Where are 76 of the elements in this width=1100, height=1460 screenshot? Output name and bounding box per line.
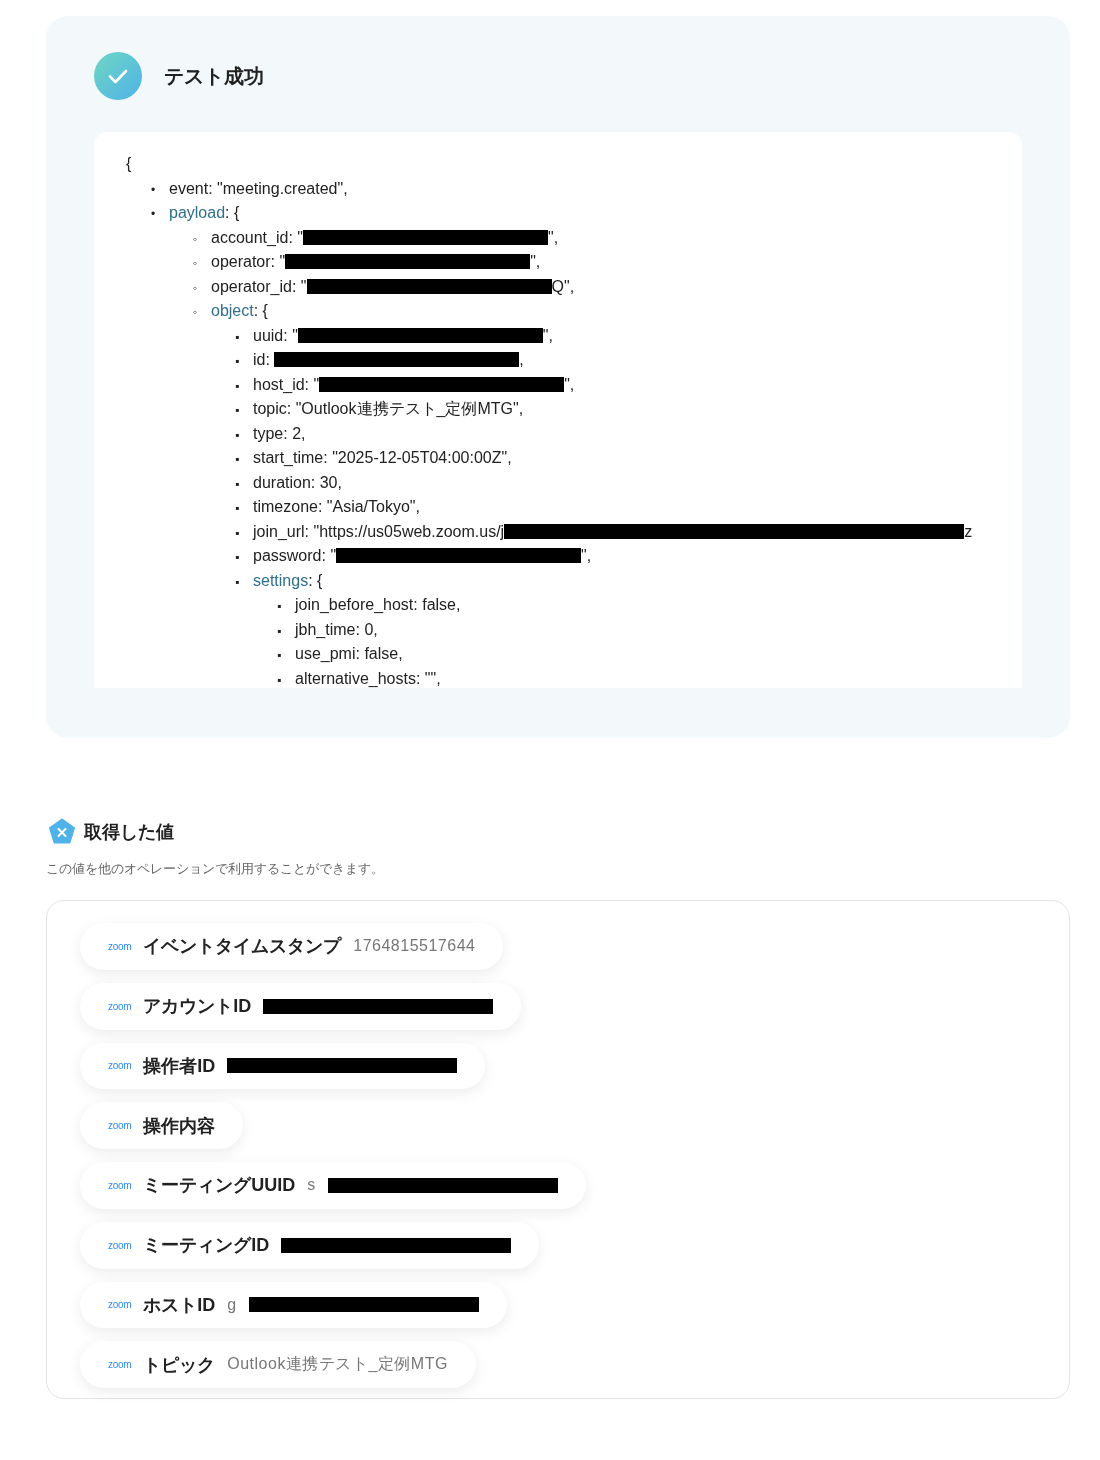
bullet: ▪ [235,328,241,346]
code-line: account_id: " ", [211,227,559,248]
code-line: start_time: "2025-12-05T04:00:00Z", [253,448,512,468]
bullet: ◦ [193,230,199,248]
bullet: ▪ [235,377,241,395]
bullet: • [151,181,157,199]
source-logo: zoom [108,1299,132,1311]
bullet: ▪ [235,549,241,566]
value-chip[interactable]: zoom 操作内容 [80,1102,244,1149]
value-chip[interactable]: zoom トピック Outlook連携テスト_定例MTG [80,1341,476,1388]
source-logo: zoom [108,1060,132,1072]
value-chip[interactable]: zoom ミーティングUUID s [80,1162,586,1209]
bullet: ▪ [235,475,241,493]
bullet: ▪ [277,622,283,640]
code-line: timezone: "Asia/Tokyo", [253,497,420,517]
code-line: jbh_time: 0, [295,619,378,640]
code-line: type: 2, [253,423,306,444]
value-text: Outlook連携テスト_定例MTG [227,1354,448,1375]
value-chip[interactable]: zoom アカウントID [80,982,522,1030]
value-text: s [307,1176,316,1195]
code-line: use_pmi: false, [295,644,403,664]
value-chip[interactable]: zoom ミーティングID [80,1221,540,1269]
code-line: host_id: " ", [253,374,575,395]
code-line: topic: "Outlook連携テスト_定例MTG", [253,399,524,419]
value-chip[interactable]: zoom イベントタイムスタンプ 1764815517644 [80,923,504,970]
value-label: ホストID [143,1293,216,1317]
source-logo: zoom [108,1120,132,1132]
source-logo: zoom [108,1239,132,1251]
code-line: operator_id: " Q", [211,276,575,297]
bullet: ▪ [235,524,241,542]
value-label: イベントタイムスタンプ [143,935,342,959]
bullet: ▪ [235,500,241,517]
bullet: ▪ [235,426,241,444]
code-line: password: " ", [253,546,592,566]
values-title: 取得した値 [84,821,174,844]
bullet: • [151,206,157,223]
value-label: 操作者ID [143,1054,216,1078]
code-line: object: { [211,301,268,321]
bullet: ◦ [193,304,199,321]
code-line: payload: { [169,203,240,223]
bullet: ▪ [235,402,241,419]
code-line: join_url: "https://us05web.zoom.us/j z [253,521,973,542]
bullet: ▪ [277,647,283,664]
result-title: テスト成功 [164,63,264,89]
code-line: event: "meeting.created", [169,178,348,199]
value-label: 操作内容 [143,1114,216,1138]
bullet: ▪ [235,451,241,468]
code-line: settings: { [253,570,323,591]
code-line: operator: " ", [211,252,541,272]
code-line: alternative_hosts: "", [295,668,441,688]
code-line: duration: 30, [253,472,342,493]
source-logo: zoom [108,1000,132,1012]
bullet: ▪ [235,353,241,370]
variable-icon [48,818,76,846]
value-label: ミーティングID [143,1234,270,1258]
values-description: この値を他のオペレーションで利用することができます。 [46,860,385,878]
value-text: 1764815517644 [353,937,476,956]
source-logo: zoom [108,940,132,952]
code-line: { [126,154,133,174]
value-label: アカウントID [143,995,252,1019]
code-line: join_before_host: false, [295,595,461,615]
check-icon [94,52,142,100]
value-label: トピック [143,1353,216,1377]
source-logo: zoom [108,1359,132,1371]
bullet: ◦ [193,255,199,272]
source-logo: zoom [108,1179,132,1191]
bullet: ▪ [277,671,283,688]
code-line: id: , [253,350,524,370]
value-text: g [227,1295,237,1314]
bullet: ◦ [193,279,199,297]
value-label: ミーティングUUID [143,1174,296,1198]
bullet: ▪ [235,573,241,591]
bullet: ▪ [277,598,283,615]
value-chip[interactable]: zoom ホストID g [80,1281,507,1329]
code-line: uuid: " ", [253,325,553,346]
value-chip[interactable]: zoom 操作者ID [80,1042,486,1090]
